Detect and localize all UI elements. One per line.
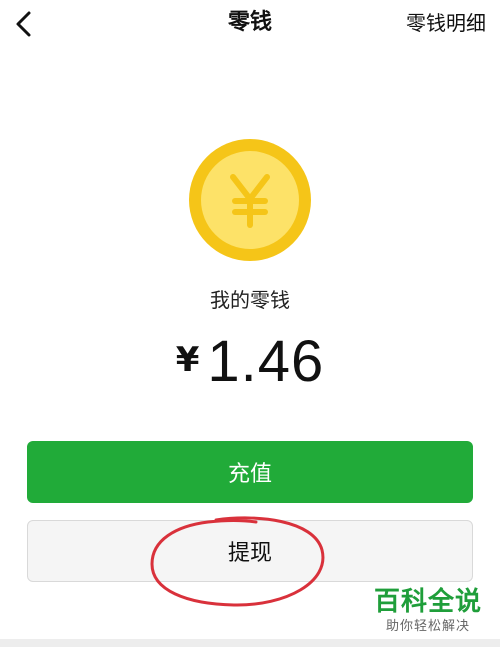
watermark: 百科全说 助你轻松解决	[372, 586, 484, 636]
balance-detail-link[interactable]: 零钱明细	[406, 6, 486, 40]
balance-label: 我的零钱	[210, 288, 290, 312]
watermark-subtitle: 助你轻松解决	[385, 619, 470, 634]
currency-symbol: ¥	[175, 340, 200, 380]
recharge-button[interactable]: 充值	[27, 441, 473, 503]
withdraw-button[interactable]: 提现	[27, 520, 473, 582]
recharge-button-label: 充值	[227, 462, 272, 487]
withdraw-button-label: 提现	[227, 541, 272, 566]
bottom-bar	[0, 639, 500, 647]
watermark-title: 百科全说	[373, 587, 482, 617]
coin-icon	[189, 139, 311, 261]
amount-value: 1.46	[207, 329, 325, 394]
header: 零钱 零钱明细	[0, 0, 500, 48]
balance-amount: ¥1.46	[0, 330, 500, 408]
